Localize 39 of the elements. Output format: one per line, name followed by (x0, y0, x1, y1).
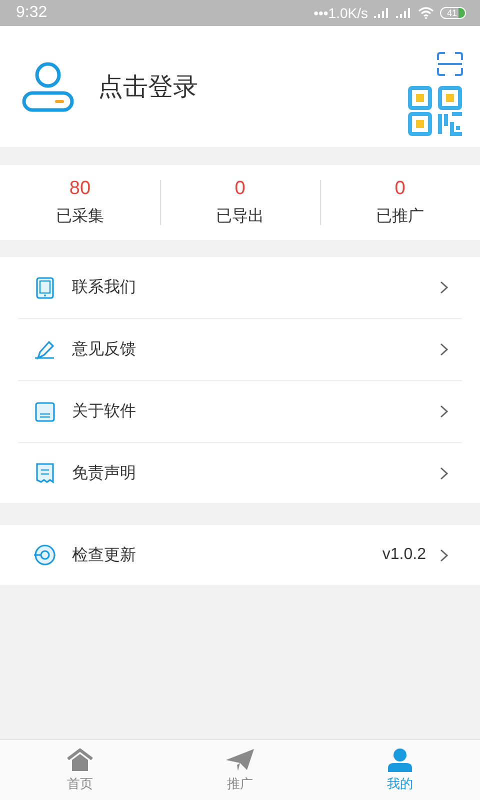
paper-plane-icon (225, 748, 255, 772)
stat-label: 已推广 (376, 206, 424, 227)
stat-count: 0 (234, 178, 246, 200)
tablet-icon (33, 276, 57, 298)
chevron-icon (440, 405, 448, 418)
signal-icon (374, 8, 390, 18)
menu-item[interactable]: 免责声明 (18, 443, 462, 503)
menu-label: 意见反馈 (72, 339, 137, 360)
chevron-icon (440, 281, 448, 294)
qr-code-icon[interactable] (408, 86, 464, 136)
chevron-icon (440, 466, 448, 480)
pen-icon (33, 340, 57, 360)
chevron-icon (440, 548, 448, 562)
status-time: 9:32 (16, 4, 48, 22)
signal-icon (396, 8, 412, 18)
menu-label: 检查更新 (72, 544, 137, 566)
menu-item[interactable]: 联系我们 (18, 257, 462, 319)
stat-count: 80 (69, 178, 91, 200)
battery-level: 41 (440, 7, 466, 19)
user-icon (387, 748, 413, 772)
wifi-icon (418, 7, 434, 19)
network-speed: •••1.0K/s (314, 5, 368, 21)
menu-item[interactable]: 关于软件 (18, 381, 462, 443)
menu-label: 联系我们 (72, 277, 137, 298)
login-link[interactable]: 点击登录 (98, 70, 408, 103)
stat-label: 已导出 (216, 206, 264, 227)
menu-label: 关于软件 (72, 401, 137, 422)
version-text: v1.0.2 (382, 546, 426, 564)
home-icon (66, 748, 94, 772)
stat-count: 0 (394, 178, 406, 200)
user-icon[interactable] (22, 60, 74, 112)
menu-item[interactable]: 意见反馈 (18, 319, 462, 381)
chevron-icon (440, 343, 448, 356)
receipt-icon (33, 462, 57, 484)
stat-label: 已采集 (56, 206, 104, 227)
disc-icon (33, 544, 57, 566)
scan-icon[interactable] (436, 52, 464, 76)
book-icon (33, 402, 57, 422)
menu-label: 免责声明 (72, 462, 137, 484)
